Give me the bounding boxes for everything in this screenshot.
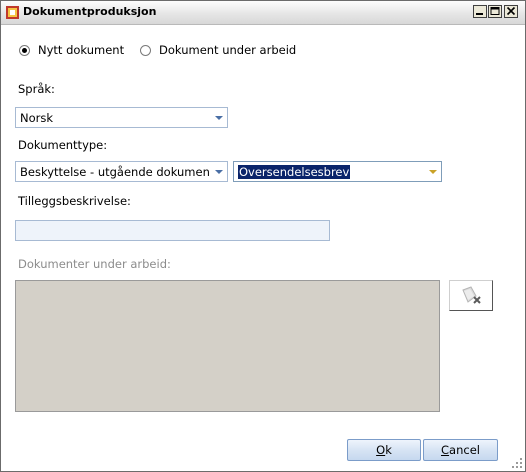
document-category-value: Beskyttelse - utgående dokumen xyxy=(20,165,209,179)
document-template-value: Oversendelsesbrev xyxy=(238,165,351,179)
window-title: Dokumentproduksjon xyxy=(23,5,157,18)
document-template-select[interactable]: Oversendelsesbrev xyxy=(233,161,442,182)
dialog-content: Nytt dokument Dokument under arbeid Språ… xyxy=(1,25,525,471)
documents-in-progress-label: Dokumenter under arbeid: xyxy=(18,257,171,271)
radio-document-in-progress-circle[interactable] xyxy=(140,44,151,56)
minimize-button[interactable] xyxy=(473,5,487,18)
maximize-button[interactable] xyxy=(488,5,502,18)
language-label: Språk: xyxy=(18,82,55,96)
cancel-button-mnemonic: C xyxy=(441,443,450,457)
radio-new-document-label: Nytt dokument xyxy=(38,43,125,57)
close-button[interactable] xyxy=(504,5,518,18)
chevron-down-icon[interactable] xyxy=(425,162,441,181)
document-type-label: Dokumenttype: xyxy=(18,138,108,152)
close-icon xyxy=(506,6,516,16)
delete-document-button[interactable] xyxy=(449,280,493,311)
language-value: Norsk xyxy=(20,111,54,125)
radio-document-in-progress[interactable]: Dokument under arbeid xyxy=(140,43,296,57)
cancel-button-label: ancel xyxy=(449,443,480,457)
documents-in-progress-list[interactable] xyxy=(15,280,440,412)
dialog-window: Dokumentproduksjon Nytt dokument Dokumen… xyxy=(0,0,526,472)
radio-new-document-circle[interactable] xyxy=(19,44,30,56)
ok-button-label: k xyxy=(385,443,392,457)
extra-description-input[interactable] xyxy=(15,220,330,241)
delete-icon xyxy=(462,286,481,304)
chevron-down-icon[interactable] xyxy=(211,162,227,181)
minimize-icon xyxy=(476,13,483,15)
chevron-down-icon[interactable] xyxy=(211,108,227,127)
resize-grip-icon[interactable] xyxy=(511,457,523,469)
radio-document-in-progress-label: Dokument under arbeid xyxy=(159,43,297,57)
app-icon xyxy=(5,5,20,20)
language-select[interactable]: Norsk xyxy=(15,107,228,128)
ok-button[interactable]: Ok xyxy=(347,439,421,461)
document-category-select[interactable]: Beskyttelse - utgående dokumen xyxy=(15,161,228,182)
ok-button-mnemonic: O xyxy=(376,443,386,457)
radio-new-document[interactable]: Nytt dokument xyxy=(19,43,124,57)
cancel-button[interactable]: Cancel xyxy=(423,439,498,461)
extra-description-label: Tilleggsbeskrivelse: xyxy=(18,194,131,208)
title-bar[interactable]: Dokumentproduksjon xyxy=(1,1,525,25)
maximize-icon xyxy=(490,7,500,15)
